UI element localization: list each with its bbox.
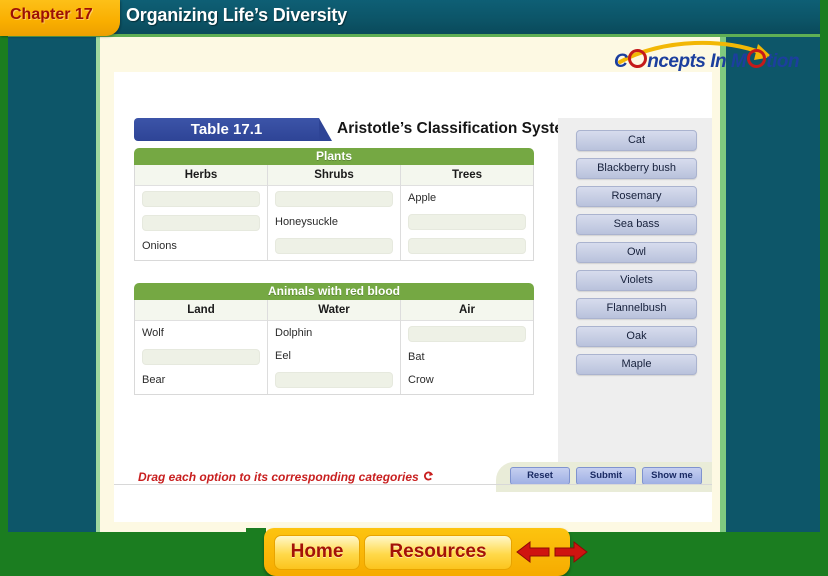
drop-slot[interactable]: [275, 372, 393, 388]
submit-button[interactable]: Submit: [576, 467, 636, 485]
logo-mid: ncepts In M: [647, 51, 747, 72]
section-banner-label: Plants: [134, 148, 534, 165]
draggable-option[interactable]: Sea bass: [576, 214, 697, 235]
column-cells: Onions: [135, 186, 267, 260]
column-land: Land Wolf Bear: [135, 300, 268, 394]
column-header: Water: [268, 300, 400, 321]
right-arrow-icon[interactable]: [554, 540, 588, 564]
page-title: Organizing Life’s Diversity: [126, 5, 347, 25]
table-cell: Crow: [408, 374, 434, 386]
footer-divider: [114, 484, 712, 485]
column-cells: Apple: [401, 186, 533, 260]
drop-slot[interactable]: [275, 238, 393, 254]
left-rail-edge: [96, 34, 100, 532]
draggable-option[interactable]: Owl: [576, 242, 697, 263]
header-bar: Organizing Life’s Diversity: [8, 0, 820, 37]
column-trees: Trees Apple: [401, 165, 533, 260]
chapter-tab: Chapter 17: [0, 0, 120, 36]
table-cell: Apple: [408, 192, 437, 204]
bottom-navbar: Home Resources: [264, 528, 588, 576]
footer-strip: Drag each option to its corresponding ca…: [114, 462, 712, 492]
drop-slot[interactable]: [275, 191, 393, 207]
drop-slot[interactable]: [408, 326, 526, 342]
section-banner-label: Animals with red blood: [134, 283, 534, 300]
draggable-option[interactable]: Rosemary: [576, 186, 697, 207]
table-cell: Onions: [142, 240, 177, 252]
app-frame: Organizing Life’s Diversity Chapter 17 C…: [0, 0, 828, 576]
column-header: Trees: [401, 165, 533, 186]
left-arrow-icon[interactable]: [516, 540, 550, 564]
table-number-badge: Table 17.1: [134, 118, 332, 141]
drop-slot[interactable]: [408, 238, 526, 254]
table-cell: Eel: [275, 350, 291, 362]
draggable-option[interactable]: Cat: [576, 130, 697, 151]
section-body: Herbs Onions Shrubs Honeysuckle Trees Ap…: [134, 165, 534, 261]
navbar-left-fill: [246, 528, 266, 576]
logo-o-ring-1: [627, 49, 647, 68]
draggable-option[interactable]: Flannelbush: [576, 298, 697, 319]
drop-slot[interactable]: [142, 349, 260, 365]
draggable-option[interactable]: Violets: [576, 270, 697, 291]
column-shrubs: Shrubs Honeysuckle: [268, 165, 401, 260]
table-cell: Bear: [142, 374, 166, 386]
left-rail: [8, 34, 96, 532]
draggable-option[interactable]: Blackberry bush: [576, 158, 697, 179]
column-cells: Honeysuckle: [268, 186, 400, 260]
column-header: Air: [401, 300, 533, 321]
content-panel: Table 17.1 Aristotle’s Classification Sy…: [114, 72, 712, 522]
column-cells: Dolphin Eel: [268, 321, 400, 394]
table-cell: Dolphin: [275, 327, 313, 339]
draggable-option[interactable]: Maple: [576, 354, 697, 375]
table-number-label: Table 17.1: [190, 121, 263, 138]
table-cell: Bat: [408, 351, 425, 363]
logo-text: Cncepts In M tion: [614, 49, 800, 73]
section-body: Land Wolf Bear Water Dolphin Eel Air Bat…: [134, 300, 534, 395]
column-header: Shrubs: [268, 165, 400, 186]
instruction-label: Drag each option to its corresponding ca…: [138, 470, 419, 484]
column-header: Herbs: [135, 165, 267, 186]
logo-c: C: [614, 51, 628, 72]
column-herbs: Herbs Onions: [135, 165, 268, 260]
table-title: Aristotle’s Classification System: [337, 120, 577, 137]
table-section-plants: Plants Herbs Onions Shrubs Honeysuckle T…: [134, 148, 534, 261]
table-section-animals: Animals with red blood Land Wolf Bear Wa…: [134, 283, 534, 395]
drop-slot[interactable]: [408, 214, 526, 230]
logo-end: tion: [766, 51, 800, 72]
column-cells: Wolf Bear: [135, 321, 267, 394]
replay-arrow-icon[interactable]: [423, 471, 434, 482]
right-rail-edge: [720, 34, 726, 532]
reset-button[interactable]: Reset: [510, 467, 570, 485]
resources-button[interactable]: Resources: [364, 535, 512, 570]
right-rail: [726, 34, 820, 532]
table-cell: Honeysuckle: [275, 216, 338, 228]
options-panel: Cat Blackberry bush Rosemary Sea bass Ow…: [558, 118, 712, 464]
drop-slot[interactable]: [142, 191, 260, 207]
column-air: Air Bat Crow: [401, 300, 533, 394]
column-cells: Bat Crow: [401, 321, 533, 394]
home-button[interactable]: Home: [274, 535, 360, 570]
column-water: Water Dolphin Eel: [268, 300, 401, 394]
column-header: Land: [135, 300, 267, 321]
concepts-in-motion-logo: Cncepts In M tion: [608, 38, 800, 74]
chapter-label: Chapter 17: [10, 6, 93, 23]
logo-o-ring-2: [746, 49, 766, 68]
table-cell: Wolf: [142, 327, 164, 339]
instruction-text: Drag each option to its corresponding ca…: [138, 470, 434, 484]
drop-slot[interactable]: [142, 215, 260, 231]
show-me-button[interactable]: Show me: [642, 467, 702, 485]
draggable-option[interactable]: Oak: [576, 326, 697, 347]
